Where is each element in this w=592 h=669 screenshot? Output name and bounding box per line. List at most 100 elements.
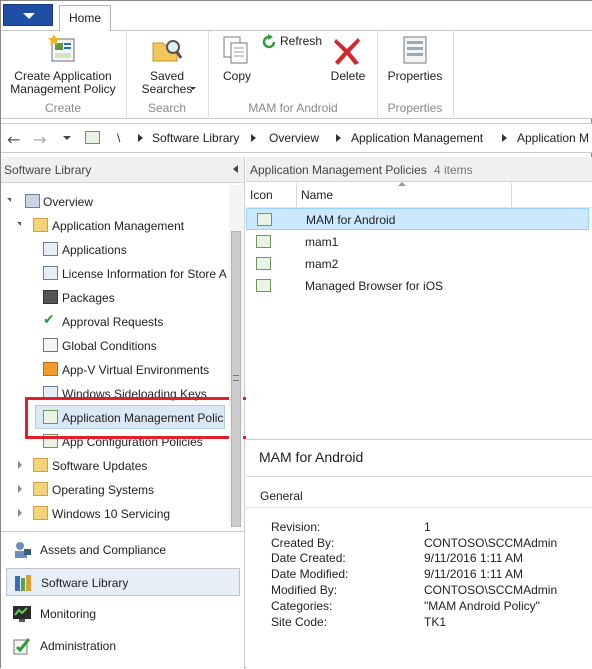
tree-item-label: Global Conditions [62,339,157,353]
row-name: Managed Browser for iOS [305,279,444,293]
highlight-box [25,397,249,439]
refresh-icon [262,34,276,49]
group-separator [208,31,209,117]
policy-icon [257,213,272,226]
policy-icon [256,257,271,270]
tree-item-label: Application Management [52,219,185,233]
saved-searches-label: Saved Searches [141,69,193,96]
workspace-label: Assets and Compliance [40,543,167,557]
workspace-label: Monitoring [40,607,97,621]
group-label-properties: Properties [387,101,443,115]
package-icon [43,290,58,304]
policy-icon [256,235,271,248]
column-header-icon[interactable]: Icon [246,183,297,207]
refresh-button[interactable]: Refresh [261,33,323,51]
tree-item-label: Packages [62,291,115,305]
details-title: MAM for Android [259,449,364,465]
checkmark-icon: ✔ [43,312,55,328]
workspace-software-library[interactable]: Software Library [6,568,240,596]
tab-home[interactable]: Home [59,5,111,32]
detail-key: Date Created: [271,551,346,565]
table-row[interactable]: mam2 [246,253,589,275]
results-title: Application Management Policies [250,163,427,177]
row-name: MAM for Android [306,213,396,227]
history-dropdown-icon[interactable] [63,136,71,140]
breadcrumb-overview[interactable]: Overview [269,131,319,145]
expanded-arrow-icon [7,198,11,202]
detail-value: TK1 [424,615,447,629]
collapse-pane-icon[interactable] [233,165,238,173]
folder-icon [33,458,48,472]
breadcrumb-application-management[interactable]: Application Management [351,131,483,145]
tree-item-label: Software Updates [52,459,148,473]
delete-icon [334,38,360,65]
license-icon [43,266,58,280]
row-name: mam2 [305,257,339,271]
administration-icon [13,638,31,655]
details-section-general[interactable]: General [260,489,303,503]
detail-key: Revision: [271,520,321,534]
group-separator [453,31,454,117]
detail-value: "MAM Android Policy" [424,599,540,613]
folder-icon [33,218,48,232]
copy-icon [223,36,248,64]
detail-key: Modified By: [271,583,338,597]
breadcrumb-separator-icon [251,134,256,142]
table-row[interactable]: mam1 [246,231,589,253]
forward-arrow-icon[interactable]: → [33,130,46,149]
workspace-label: Software Library [41,576,129,590]
details-divider [246,476,592,477]
applications-icon [43,242,58,256]
scrollbar-grip-icon [233,375,239,381]
tree-item-label: App-V Virtual Environments [62,363,210,377]
breadcrumb-software-library[interactable]: Software Library [152,131,239,145]
workspace-assets-and-compliance[interactable]: Assets and Compliance [6,536,240,564]
collapsed-arrow-icon [18,461,22,469]
workspace-administration[interactable]: Administration [6,632,240,660]
assets-icon [15,542,31,558]
chevron-down-icon [190,87,196,90]
workspace-monitoring[interactable]: Monitoring [6,600,240,628]
console-root-icon [85,131,100,144]
detail-key: Created By: [271,536,335,550]
detail-key: Categories: [271,599,333,613]
breadcrumb-application-m[interactable]: Application M [517,131,589,145]
tree-item-label: Overview [43,195,94,209]
detail-value: CONTOSO\SCCMAdmin [424,536,558,550]
ribbon-tab-bar: Home [1,1,592,32]
results-pane: Application Management Policies 4 items … [246,157,592,669]
table-row[interactable]: Managed Browser for iOS [246,275,589,297]
detail-key: Site Code: [271,615,328,629]
collapsed-arrow-icon [18,485,22,493]
workspace-label: Administration [40,639,117,653]
create-policy-label: Create Application Management Policy [10,69,116,96]
copy-button[interactable]: Copy [213,33,261,99]
breadcrumb-separator-icon [138,134,143,142]
create-policy-button[interactable]: Create Application Management Policy [5,33,121,99]
tree-item-label: Applications [62,243,127,257]
policy-icon [256,279,271,292]
overview-icon [25,194,40,208]
group-label-search: Search [147,101,187,115]
column-header-name[interactable]: Name [297,183,512,207]
folder-icon [33,482,48,496]
properties-button[interactable]: Properties [381,33,449,99]
breadcrumb-root[interactable]: \ [117,131,120,145]
folder-icon [33,506,48,520]
back-arrow-icon[interactable]: ← [7,130,20,149]
application-menu-button[interactable] [3,4,53,26]
tree-item-label: Windows 10 Servicing [52,507,171,521]
navigation-pane-header: Software Library [1,157,244,183]
tree-scrollbar[interactable] [229,185,243,527]
appv-icon [43,362,58,376]
ribbon: Create Application Management Policy Cre… [1,31,592,119]
delete-button[interactable]: Delete [323,33,373,99]
details-section-divider [246,507,592,508]
navigation-bar: ← → \ Software Library Overview Applicat… [1,123,592,153]
saved-searches-button[interactable]: Saved Searches [131,33,203,99]
row-name: mam1 [305,235,339,249]
table-row[interactable]: MAM for Android [246,208,589,230]
breadcrumb-separator-icon [502,134,507,142]
monitoring-icon [13,606,31,622]
dropdown-arrow-icon [23,13,35,19]
